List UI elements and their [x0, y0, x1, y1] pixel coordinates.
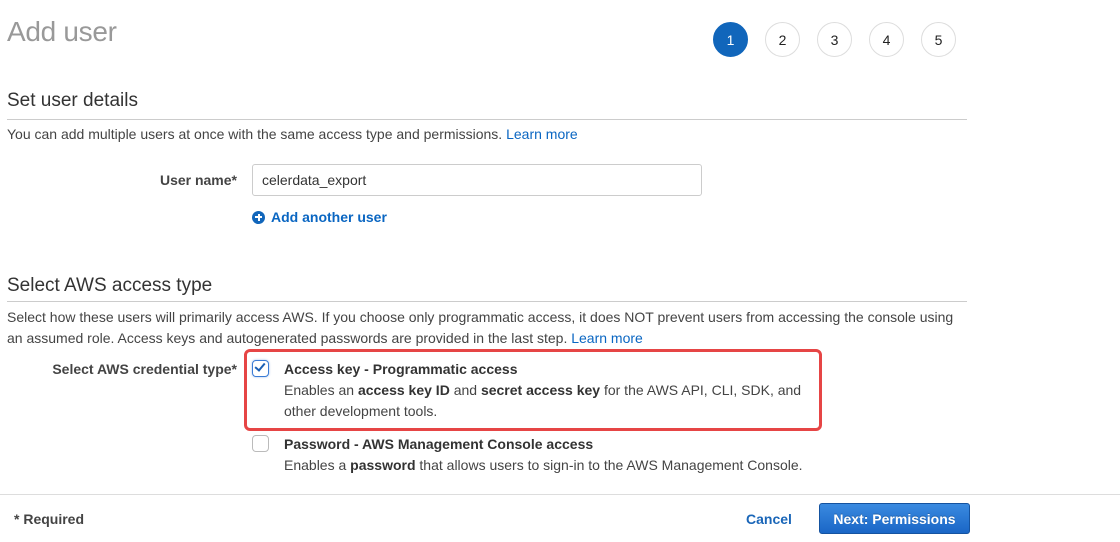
- checkmark-icon: [254, 360, 266, 372]
- plus-circle-icon: [252, 210, 265, 224]
- section-heading-access-type: Select AWS access type: [7, 275, 213, 296]
- add-another-user-label: Add another user: [271, 209, 387, 225]
- user-name-label: User name*: [159, 172, 237, 188]
- step-5[interactable]: 5: [921, 22, 956, 57]
- page-title: Add user: [7, 16, 117, 47]
- desc-text: and: [449, 382, 481, 398]
- desc-text: that allows users to sign-in to the AWS …: [415, 457, 803, 473]
- step-2[interactable]: 2: [765, 22, 800, 57]
- step-3[interactable]: 3: [817, 22, 852, 57]
- access-type-description: Select how these users will primarily ac…: [7, 307, 972, 349]
- learn-more-link[interactable]: Learn more: [506, 126, 578, 142]
- credential-type-label: Select AWS credential type*: [52, 361, 237, 377]
- add-another-user-link[interactable]: Add another user: [252, 209, 387, 225]
- section-divider: [7, 119, 967, 120]
- desc-bold: access key ID: [357, 382, 450, 398]
- password-option-description: Enables a password that allows users to …: [284, 455, 814, 476]
- footer-divider: [0, 494, 1120, 495]
- access-type-description-text: Select how these users will primarily ac…: [7, 309, 954, 346]
- next-permissions-button[interactable]: Next: Permissions: [819, 503, 970, 534]
- section-divider: [7, 301, 967, 302]
- password-checkbox[interactable]: [252, 435, 269, 452]
- section-heading-user-details: Set user details: [7, 90, 138, 111]
- desc-text: Enables an: [284, 382, 358, 398]
- access-key-checkbox[interactable]: [252, 360, 269, 377]
- access-key-option-description: Enables an access key ID and secret acce…: [284, 380, 814, 422]
- step-1[interactable]: 1: [713, 22, 748, 57]
- user-details-description-text: You can add multiple users at once with …: [7, 126, 503, 142]
- wizard-steps: 1 2 3 4 5: [713, 22, 956, 57]
- access-key-option-title: Access key - Programmatic access: [284, 361, 518, 377]
- required-note: * Required: [14, 511, 85, 527]
- desc-text: Enables a: [284, 457, 351, 473]
- user-name-input[interactable]: [252, 164, 702, 196]
- step-4[interactable]: 4: [869, 22, 904, 57]
- desc-bold: password: [350, 457, 416, 473]
- desc-bold: secret access key: [480, 382, 601, 398]
- cancel-button[interactable]: Cancel: [746, 511, 792, 527]
- learn-more-link[interactable]: Learn more: [571, 330, 643, 346]
- user-details-description: You can add multiple users at once with …: [7, 124, 972, 145]
- password-option-title: Password - AWS Management Console access: [284, 436, 594, 452]
- add-user-page: Add user 1 2 3 4 5 Set user details You …: [0, 0, 1120, 542]
